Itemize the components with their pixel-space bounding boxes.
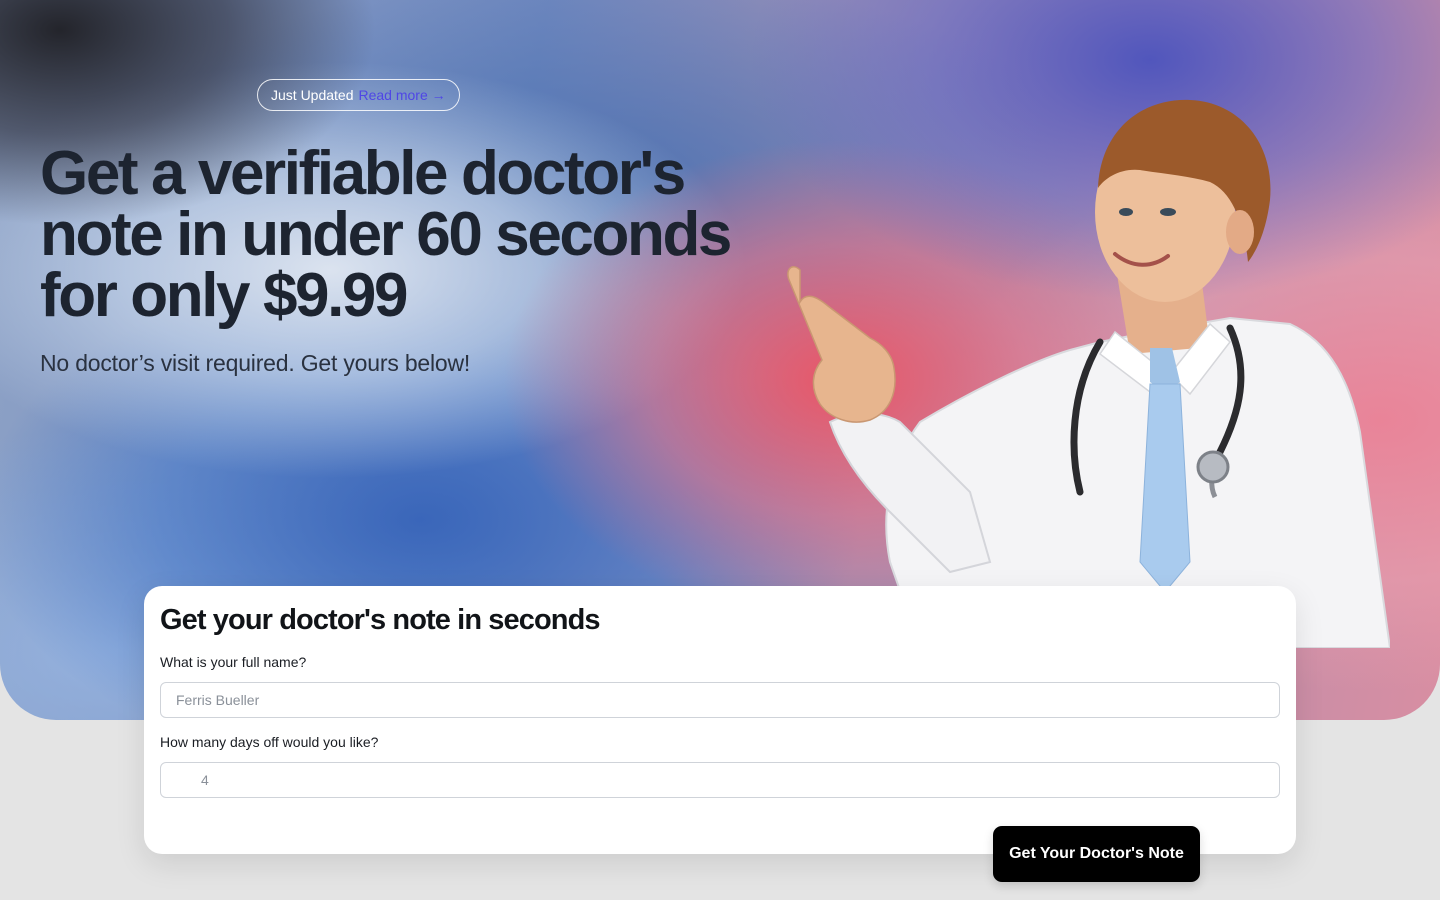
read-more-link[interactable]: Read more → <box>359 87 446 103</box>
days-off-input[interactable] <box>160 762 1280 798</box>
days-off-label: How many days off would you like? <box>160 734 379 750</box>
hero-subheadline: No doctor’s visit required. Get yours be… <box>40 350 471 376</box>
get-doctors-note-button[interactable]: Get Your Doctor's Note <box>993 826 1200 882</box>
doctor-image <box>787 99 1390 648</box>
badge-label: Just Updated <box>271 87 354 103</box>
announcement-badge: Just Updated Read more → <box>257 79 460 111</box>
doctor-illustration <box>787 99 1390 648</box>
form-title: Get your doctor's note in seconds <box>160 604 601 636</box>
full-name-input[interactable] <box>160 682 1280 718</box>
hero-headline: Get a verifiable doctor's note in under … <box>40 139 732 330</box>
doctor-note-form-card: Get your doctor's note in seconds What i… <box>144 586 1296 854</box>
landing-page: Just Updated Read more → Get a verifiabl… <box>0 0 1440 900</box>
days-off-field <box>160 762 1280 798</box>
full-name-label: What is your full name? <box>160 654 307 670</box>
